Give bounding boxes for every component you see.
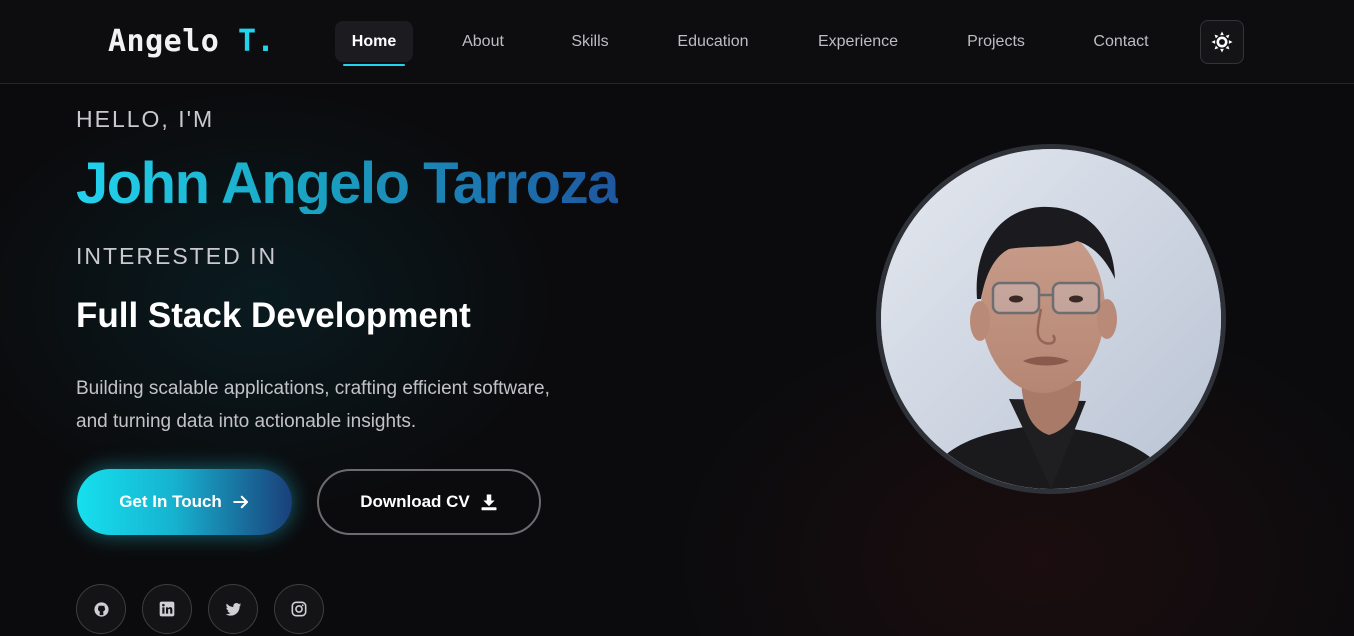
linkedin-icon bbox=[159, 601, 175, 617]
nav-item-about[interactable]: About bbox=[450, 21, 516, 62]
nav-item-home[interactable]: Home bbox=[335, 21, 413, 62]
site-logo[interactable]: Angelo T. bbox=[108, 24, 275, 59]
nav-item-contact[interactable]: Contact bbox=[1082, 21, 1160, 62]
twitter-icon bbox=[225, 602, 241, 616]
instagram-link[interactable] bbox=[274, 584, 324, 634]
nav-item-projects[interactable]: Projects bbox=[955, 21, 1037, 62]
interest-label: INTERESTED IN bbox=[76, 243, 278, 269]
twitter-link[interactable] bbox=[208, 584, 258, 634]
sun-icon bbox=[1211, 31, 1233, 53]
description-line: and turning data into actionable insight… bbox=[76, 411, 417, 432]
profile-photo-illustration bbox=[881, 149, 1221, 489]
hero-role: Full Stack Development bbox=[76, 296, 471, 335]
download-cv-label: Download CV bbox=[360, 492, 470, 511]
hero-name: John Angelo Tarroza bbox=[76, 151, 618, 214]
profile-photo bbox=[876, 144, 1226, 494]
arrow-right-icon bbox=[233, 495, 248, 509]
get-in-touch-label: Get In Touch bbox=[119, 492, 222, 511]
theme-toggle-button[interactable] bbox=[1200, 20, 1244, 64]
description-line: Building scalable applications, crafting… bbox=[76, 378, 550, 399]
navbar: Angelo T. Home About Skills Education Ex… bbox=[0, 0, 1354, 84]
github-link[interactable] bbox=[76, 584, 126, 634]
linkedin-link[interactable] bbox=[142, 584, 192, 634]
logo-name: Angelo bbox=[108, 24, 220, 59]
download-icon bbox=[481, 494, 497, 511]
nav-active-indicator bbox=[343, 64, 405, 66]
instagram-icon bbox=[291, 601, 307, 617]
nav-item-skills[interactable]: Skills bbox=[560, 21, 620, 62]
download-cv-button[interactable]: Download CV bbox=[317, 469, 541, 535]
github-icon bbox=[93, 601, 109, 617]
logo-accent: T. bbox=[237, 24, 276, 59]
nav-item-experience[interactable]: Experience bbox=[806, 21, 910, 62]
hero-description: Building scalable applications, crafting… bbox=[76, 372, 596, 438]
get-in-touch-button[interactable]: Get In Touch bbox=[77, 469, 292, 535]
portfolio-page: Angelo T. Home About Skills Education Ex… bbox=[0, 0, 1354, 636]
nav-item-education[interactable]: Education bbox=[665, 21, 761, 62]
greeting-text: HELLO, I'M bbox=[76, 106, 215, 132]
